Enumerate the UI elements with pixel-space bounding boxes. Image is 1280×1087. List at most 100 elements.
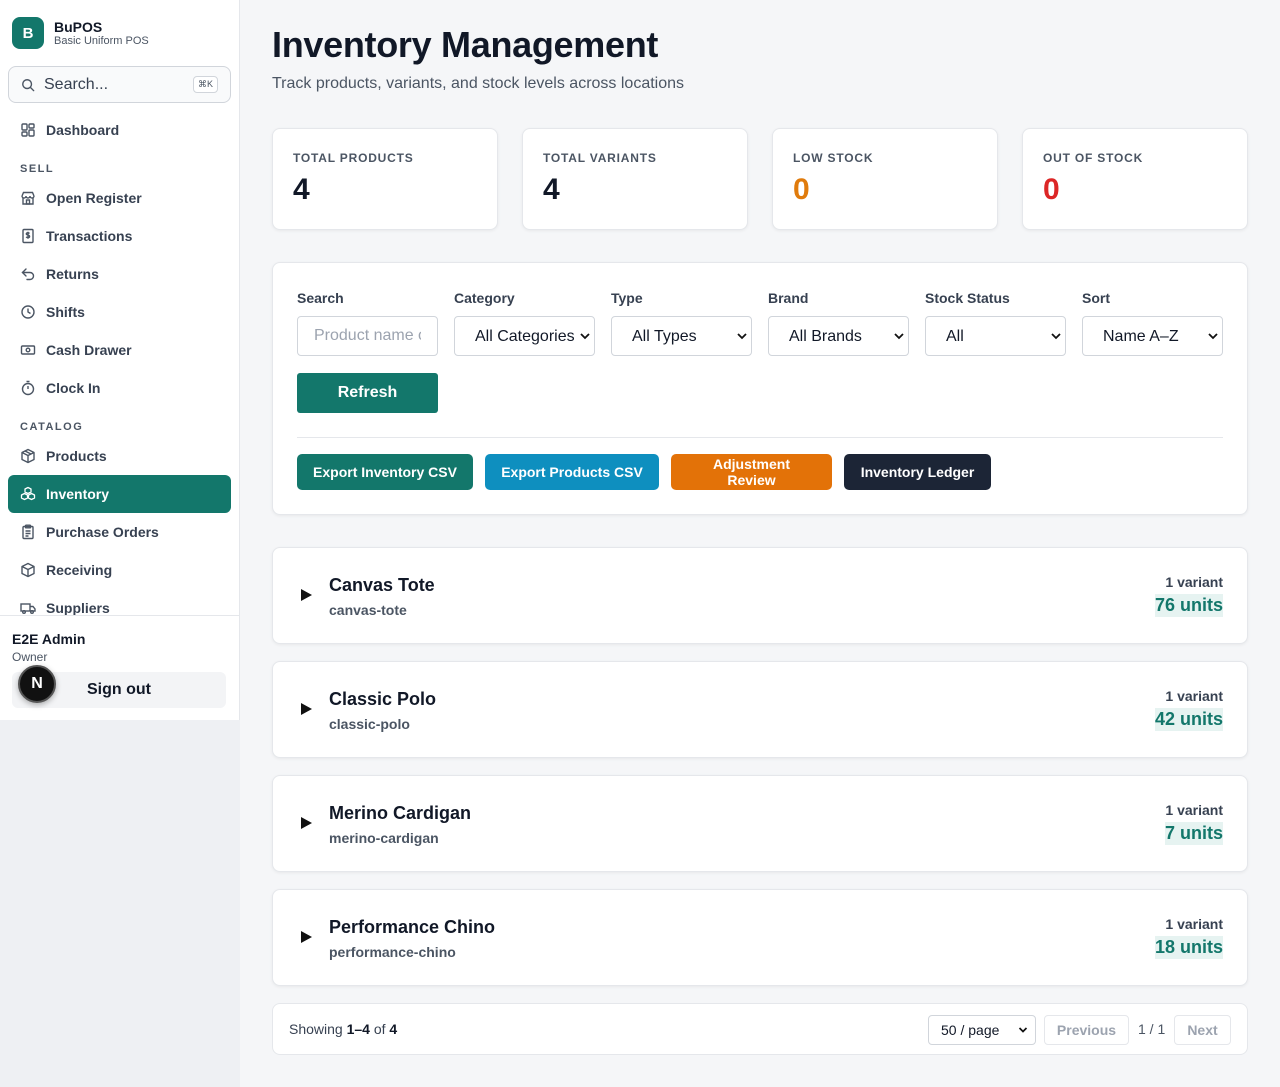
brand-logo: B xyxy=(12,17,44,49)
product-slug: classic-polo xyxy=(329,716,410,732)
page-indicator: 1 / 1 xyxy=(1138,1021,1166,1037)
sidebar-item-clock-in[interactable]: Clock In xyxy=(8,369,231,407)
truck-icon xyxy=(20,603,36,614)
sidebar-item-cash-drawer[interactable]: Cash Drawer xyxy=(8,331,231,369)
product-row[interactable]: Performance Chino performance-chino 1 va… xyxy=(272,889,1248,986)
filter-panel: Search Category All Categories Type All … xyxy=(272,262,1248,515)
category-select[interactable]: All Categories xyxy=(454,316,595,356)
page-size-select[interactable]: 50 / page xyxy=(928,1015,1036,1045)
product-slug: merino-cardigan xyxy=(329,830,439,846)
clock-icon xyxy=(21,305,35,319)
stat-label: TOTAL PRODUCTS xyxy=(293,151,414,165)
stat-value: 0 xyxy=(793,173,810,206)
expand-triangle-icon[interactable] xyxy=(299,702,313,716)
sidebar-item-suppliers[interactable]: Suppliers xyxy=(8,589,231,615)
sidebar-item-products[interactable]: Products xyxy=(8,437,231,475)
sidebar-search-input[interactable] xyxy=(44,75,184,94)
brand-label: Brand xyxy=(768,290,809,306)
page-subtitle: Track products, variants, and stock leve… xyxy=(272,75,685,92)
showing-summary: Showing 1–4 of 4 xyxy=(289,1021,398,1037)
type-select[interactable]: All Types xyxy=(611,316,752,356)
user-role: Owner xyxy=(12,650,48,664)
page-title: Inventory Management xyxy=(272,24,659,65)
dashboard-icon xyxy=(21,123,35,137)
variant-count: 1 variant xyxy=(1165,916,1223,932)
user-name: E2E Admin xyxy=(12,631,86,647)
search-icon xyxy=(22,78,35,91)
boxes-icon xyxy=(20,486,36,501)
brand-select[interactable]: All Brands xyxy=(768,316,909,356)
sidebar-item-inventory[interactable]: Inventory xyxy=(8,475,231,513)
sidebar-item-receiving[interactable]: Receiving xyxy=(8,551,231,589)
next-page-button[interactable]: Next xyxy=(1174,1015,1231,1045)
category-label: Category xyxy=(454,290,515,306)
brand[interactable]: B BuPOS Basic Uniform POS xyxy=(12,17,149,49)
variant-count: 1 variant xyxy=(1165,574,1223,590)
sidebar-item-label: Transactions xyxy=(46,228,133,244)
expand-triangle-icon[interactable] xyxy=(299,930,313,944)
export-products-csv-button[interactable]: Export Products CSV xyxy=(485,454,659,490)
sidebar-item-label: Purchase Orders xyxy=(46,524,159,540)
product-slug: canvas-tote xyxy=(329,602,407,618)
unit-count: 7 units xyxy=(1164,822,1223,845)
pagination-bar: Showing 1–4 of 4 50 / page Previous 1 / … xyxy=(272,1003,1248,1055)
sidebar-item-transactions[interactable]: Transactions xyxy=(8,217,231,255)
sidebar-item-label: Shifts xyxy=(46,304,85,320)
clipboard-icon xyxy=(22,524,34,540)
sidebar-item-label: Inventory xyxy=(46,486,110,502)
stat-label: OUT OF STOCK xyxy=(1043,151,1144,165)
sidebar-search[interactable]: ⌘K xyxy=(8,66,231,103)
brand-subtitle: Basic Uniform POS xyxy=(54,34,149,47)
sort-select[interactable]: Name A–Z xyxy=(1082,316,1223,356)
stat-value: 4 xyxy=(543,173,560,206)
sort-label: Sort xyxy=(1082,290,1110,306)
product-name: Performance Chino xyxy=(329,917,496,937)
expand-triangle-icon[interactable] xyxy=(299,588,313,602)
stat-value: 0 xyxy=(1043,173,1060,206)
variant-count: 1 variant xyxy=(1165,688,1223,704)
product-row[interactable]: Merino Cardigan merino-cardigan 1 varian… xyxy=(272,775,1248,872)
product-row[interactable]: Canvas Tote canvas-tote 1 variant 76 uni… xyxy=(272,547,1248,644)
stat-label: LOW STOCK xyxy=(793,151,874,165)
search-shortcut: ⌘K xyxy=(192,76,218,93)
cash-icon xyxy=(20,345,36,355)
unit-count: 42 units xyxy=(1154,708,1223,731)
refresh-button[interactable]: Refresh xyxy=(297,373,438,413)
stat-label: TOTAL VARIANTS xyxy=(543,151,657,165)
sidebar-nav: Dashboard SELL Open Register Transaction… xyxy=(8,111,231,615)
stock-status-select[interactable]: All xyxy=(925,316,1066,356)
package-check-icon xyxy=(21,562,35,578)
stock-status-label: Stock Status xyxy=(925,290,1010,306)
product-name: Classic Polo xyxy=(329,689,437,709)
previous-page-button[interactable]: Previous xyxy=(1044,1015,1129,1045)
variant-count: 1 variant xyxy=(1165,802,1223,818)
product-row[interactable]: Classic Polo classic-polo 1 variant 42 u… xyxy=(272,661,1248,758)
sidebar-item-purchase-orders[interactable]: Purchase Orders xyxy=(8,513,231,551)
inventory-ledger-button[interactable]: Inventory Ledger xyxy=(844,454,991,490)
brand-name: BuPOS xyxy=(54,18,103,35)
store-icon xyxy=(21,191,35,205)
product-slug: performance-chino xyxy=(329,944,456,960)
expand-triangle-icon[interactable] xyxy=(299,816,313,830)
undo-icon xyxy=(21,268,35,281)
sidebar-item-label: Receiving xyxy=(46,562,113,578)
timer-icon xyxy=(21,380,35,396)
adjustment-review-button[interactable]: Adjustment Review xyxy=(671,454,832,490)
sidebar-item-label: Clock In xyxy=(46,380,101,396)
sidebar-item-label: Open Register xyxy=(46,190,142,206)
sidebar-item-open-register[interactable]: Open Register xyxy=(8,179,231,217)
stat-card-total-variants: TOTAL VARIANTS 4 xyxy=(522,128,748,230)
sidebar-item-returns[interactable]: Returns xyxy=(8,255,231,293)
export-inventory-csv-button[interactable]: Export Inventory CSV xyxy=(297,454,473,490)
nav-section-catalog: CATALOG xyxy=(20,421,84,433)
stat-card-out-of-stock: OUT OF STOCK 0 xyxy=(1022,128,1248,230)
sidebar-background xyxy=(0,720,240,1087)
type-label: Type xyxy=(611,290,643,306)
dev-tools-badge[interactable]: N xyxy=(18,665,56,703)
unit-count: 18 units xyxy=(1154,936,1223,959)
stat-card-total-products: TOTAL PRODUCTS 4 xyxy=(272,128,498,230)
sidebar-item-shifts[interactable]: Shifts xyxy=(8,293,231,331)
sidebar-item-dashboard[interactable]: Dashboard xyxy=(8,111,231,149)
product-search-input[interactable] xyxy=(297,316,438,356)
stat-card-low-stock: LOW STOCK 0 xyxy=(772,128,998,230)
